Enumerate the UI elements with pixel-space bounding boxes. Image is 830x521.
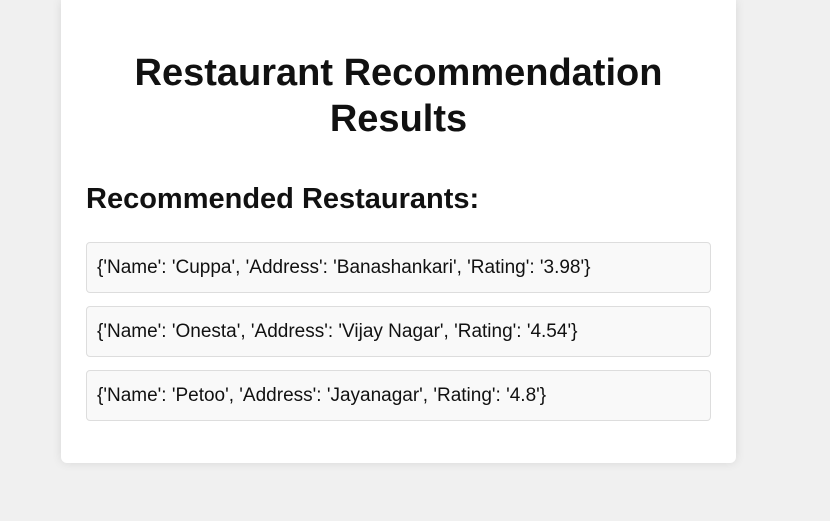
section-heading: Recommended Restaurants: (86, 183, 480, 215)
restaurant-item-cuppa: {'Name': 'Cuppa', 'Address': 'Banashanka… (86, 242, 711, 293)
page-title: Restaurant Recommendation Results (134, 52, 663, 140)
restaurant-list: {'Name': 'Cuppa', 'Address': 'Banashanka… (86, 242, 711, 421)
restaurant-item-onesta: {'Name': 'Onesta', 'Address': 'Vijay Nag… (86, 306, 711, 357)
results-card: Restaurant Recommendation Results Recomm… (61, 0, 736, 463)
restaurant-item-petoo: {'Name': 'Petoo', 'Address': 'Jayanagar'… (86, 370, 711, 421)
